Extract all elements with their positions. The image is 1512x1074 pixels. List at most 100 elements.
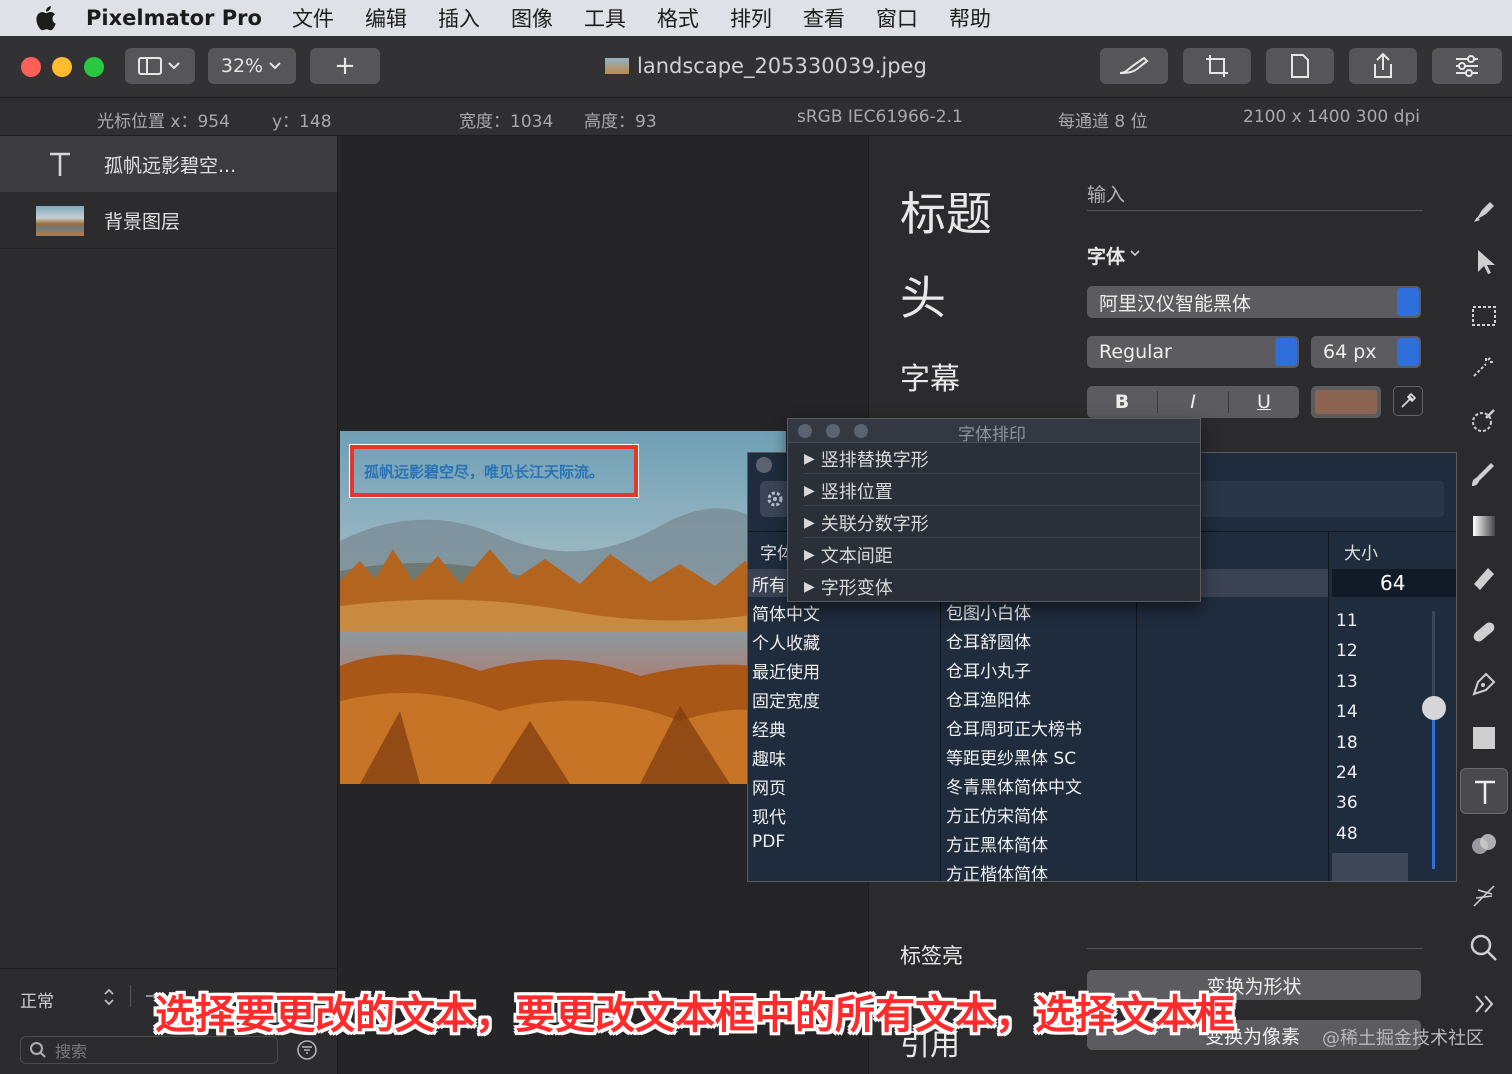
up-down-chevron-icon[interactable] — [102, 987, 116, 1007]
markup-button[interactable] — [1100, 48, 1168, 84]
font-collection-item[interactable]: 经典 — [752, 716, 786, 741]
export-button[interactable] — [1266, 48, 1334, 84]
size-input-field[interactable]: 64 — [1332, 569, 1456, 597]
close-window-button[interactable] — [21, 57, 41, 77]
typo-item-vertical-alternates[interactable]: ▶ 竖排替换字形 — [804, 444, 1200, 474]
font-size-item[interactable]: 24 — [1336, 763, 1358, 783]
adjustments-button[interactable] — [1432, 48, 1502, 84]
style-label-bright[interactable]: 标签亮 — [900, 940, 963, 970]
style-heading[interactable]: 头 — [900, 262, 946, 328]
font-collection-item[interactable]: PDF — [752, 832, 785, 852]
color-adjust-icon[interactable] — [1468, 404, 1500, 436]
font-style-select[interactable]: Regular — [1087, 336, 1299, 368]
menu-window[interactable]: 窗口 — [876, 3, 918, 33]
type-tool-button[interactable] — [1460, 768, 1508, 814]
clone-stamp-icon[interactable] — [1468, 828, 1500, 860]
fonts-window-close-button[interactable] — [756, 457, 772, 473]
eyedropper-button[interactable] — [1393, 386, 1423, 416]
font-family-item[interactable]: 方正楷体简体 — [946, 860, 1048, 885]
apple-icon[interactable] — [30, 4, 66, 32]
sidebar-toggle-button[interactable] — [125, 48, 195, 84]
zoom-tool-icon[interactable] — [1468, 932, 1500, 964]
pen-tool-icon[interactable] — [1468, 668, 1500, 700]
size-slider-knob[interactable] — [1422, 696, 1446, 720]
style-subtitle[interactable]: 字幕 — [900, 354, 960, 398]
font-section-label[interactable]: 字体 — [1087, 242, 1125, 269]
italic-button[interactable]: I — [1158, 391, 1228, 413]
font-family-item[interactable]: 等距更纱黑体 SC — [946, 744, 1076, 769]
typo-item-vertical-position[interactable]: ▶ 竖排位置 — [804, 476, 1200, 506]
menu-arrange[interactable]: 排列 — [730, 3, 772, 33]
typo-item-glyph-variants[interactable]: ▶ 字形变体 — [804, 572, 1200, 602]
magic-select-icon[interactable] — [1468, 352, 1500, 384]
menu-tools[interactable]: 工具 — [584, 3, 626, 33]
app-name-menu[interactable]: Pixelmator Pro — [86, 6, 262, 30]
popup-minimize-button[interactable] — [826, 424, 840, 438]
fonts-search-field[interactable] — [1200, 481, 1444, 517]
font-size-item[interactable]: 11 — [1336, 611, 1358, 631]
fonts-action-button[interactable] — [760, 481, 790, 517]
bold-button[interactable]: B — [1087, 391, 1157, 413]
typo-item-text-spacing[interactable]: ▶ 文本间距 — [804, 540, 1200, 570]
font-size-item[interactable]: 12 — [1336, 641, 1358, 661]
arrange-pointer-icon[interactable] — [1468, 246, 1500, 278]
font-family-select[interactable]: 阿里汉仪智能黑体 — [1087, 286, 1421, 318]
font-collection-item[interactable]: 简体中文 — [752, 600, 820, 625]
bandage-repair-icon[interactable] — [1468, 616, 1500, 648]
font-size-item[interactable]: 14 — [1336, 702, 1358, 722]
zoom-dropdown[interactable]: 32% — [208, 48, 296, 84]
menu-edit[interactable]: 编辑 — [365, 3, 407, 33]
more-tools-chevron-icon[interactable] — [1468, 988, 1500, 1020]
layer-search-field[interactable]: 搜索 — [20, 1036, 278, 1064]
font-collection-item[interactable]: 最近使用 — [752, 658, 820, 683]
font-family-item[interactable]: 仓耳小丸子 — [946, 657, 1031, 682]
menu-image[interactable]: 图像 — [511, 3, 553, 33]
text-color-well[interactable] — [1311, 386, 1381, 418]
minimize-window-button[interactable] — [52, 57, 72, 77]
font-collection-item[interactable]: 个人收藏 — [752, 629, 820, 654]
menu-help[interactable]: 帮助 — [949, 3, 991, 33]
font-family-item[interactable]: 仓耳周珂正大榜书 — [946, 715, 1082, 740]
menu-view[interactable]: 查看 — [803, 3, 845, 33]
popup-close-button[interactable] — [798, 424, 812, 438]
font-size-item[interactable]: 13 — [1336, 672, 1358, 692]
crop-button[interactable] — [1183, 48, 1251, 84]
text-selection-box[interactable]: 孤帆远影碧空尽，唯见长江天际流。 — [350, 445, 638, 497]
shape-tool-icon[interactable] — [1468, 722, 1500, 754]
font-family-item[interactable]: 仓耳舒圆体 — [946, 628, 1031, 653]
font-collection-item[interactable]: 所有 — [752, 571, 786, 596]
popup-zoom-button[interactable] — [854, 424, 868, 438]
style-title[interactable]: 标题 — [900, 178, 992, 244]
font-size-item[interactable]: 48 — [1336, 824, 1358, 844]
eraser-icon[interactable] — [1468, 562, 1500, 594]
font-collection-item[interactable]: 趣味 — [752, 745, 786, 770]
add-button[interactable]: + — [310, 48, 380, 84]
font-collection-item[interactable]: 固定宽度 — [752, 687, 820, 712]
rectangular-selection-icon[interactable] — [1468, 300, 1500, 332]
filter-icon[interactable] — [296, 1039, 318, 1061]
menu-format[interactable]: 格式 — [657, 3, 699, 33]
font-size-item[interactable]: 18 — [1336, 733, 1358, 753]
menu-file[interactable]: 文件 — [292, 3, 334, 33]
chevron-down-icon[interactable] — [1129, 248, 1141, 258]
layer-text[interactable]: 孤帆远影碧空... — [0, 136, 337, 192]
zoom-window-button[interactable] — [84, 57, 104, 77]
paint-brush-icon[interactable] — [1468, 458, 1500, 490]
blend-mode-select[interactable]: 正常 — [20, 987, 54, 1012]
gradient-tool-icon[interactable] — [1468, 510, 1500, 542]
typo-item-fraction-glyphs[interactable]: ▶ 关联分数字形 — [804, 508, 1200, 538]
font-family-item[interactable]: 方正黑体简体 — [946, 831, 1048, 856]
font-size-item[interactable]: 36 — [1336, 793, 1358, 813]
share-button[interactable] — [1349, 48, 1417, 84]
font-family-item[interactable]: 仓耳渔阳体 — [946, 686, 1031, 711]
underline-button[interactable]: U — [1229, 391, 1299, 413]
distort-tool-icon[interactable] — [1468, 880, 1500, 912]
font-collection-item[interactable]: 网页 — [752, 774, 786, 799]
menu-insert[interactable]: 插入 — [438, 3, 480, 33]
font-family-item[interactable]: 方正仿宋简体 — [946, 802, 1048, 827]
font-family-item[interactable]: 冬青黑体简体中文 — [946, 773, 1082, 798]
style-tool-icon[interactable] — [1468, 194, 1500, 226]
font-size-field[interactable]: 64 px — [1311, 336, 1421, 368]
font-family-item[interactable]: 包图小白体 — [946, 599, 1031, 624]
landscape-photo[interactable]: 孤帆远影碧空尽，唯见长江天际流。 — [340, 431, 786, 784]
